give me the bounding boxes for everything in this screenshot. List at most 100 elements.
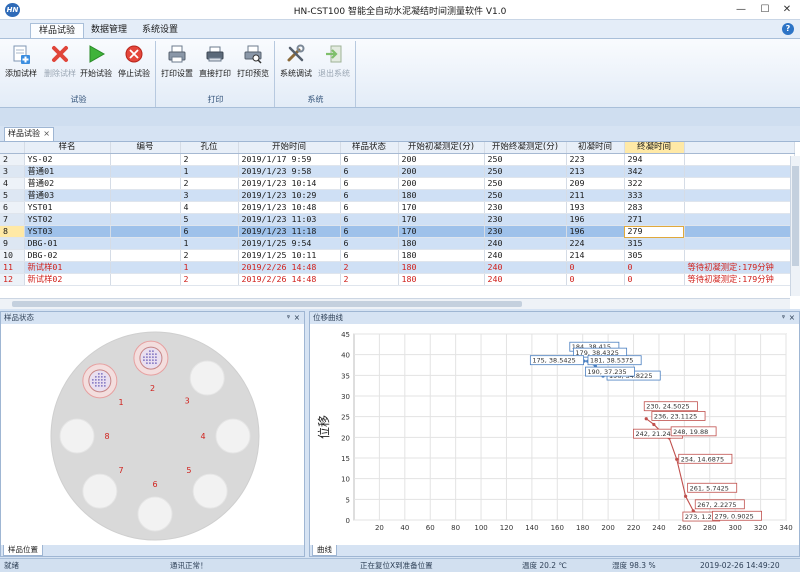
pin-icon[interactable]: ᵠ — [782, 312, 785, 323]
table-cell[interactable] — [110, 189, 181, 203]
column-header[interactable]: 开始终凝测定(分) — [484, 142, 567, 155]
tab-system-settings[interactable]: 系统设置 — [134, 23, 186, 39]
table-cell[interactable]: 200 — [398, 177, 485, 191]
table-cell[interactable]: 新试样01 — [24, 261, 111, 275]
table-row[interactable]: 4 普通02 2 2019/1/23 10:14 6 200 250 209 322 — [0, 177, 795, 191]
table-cell[interactable]: 230 — [484, 201, 567, 215]
table-cell[interactable] — [110, 153, 181, 167]
table-cell[interactable] — [684, 177, 795, 191]
sample-hole[interactable] — [137, 496, 173, 532]
system-debug-button[interactable]: 系统调试 — [280, 43, 312, 79]
table-cell[interactable]: 250 — [484, 153, 567, 167]
table-row[interactable]: 2 YS-02 2 2019/1/17 9:59 6 200 250 223 294 — [0, 153, 795, 167]
table-cell[interactable]: 6 — [340, 237, 399, 251]
table-cell[interactable]: 322 — [624, 177, 685, 191]
close-icon[interactable]: × — [789, 312, 795, 323]
table-cell[interactable]: 2019/1/23 9:58 — [238, 165, 341, 179]
table-cell[interactable]: 250 — [484, 189, 567, 203]
table-cell[interactable] — [110, 177, 181, 191]
table-cell[interactable]: 等待初凝测定:179分钟 — [684, 261, 795, 275]
table-cell[interactable]: 普通03 — [24, 189, 111, 203]
row-number[interactable]: 5 — [0, 189, 25, 203]
table-cell[interactable]: 6 — [340, 249, 399, 263]
table-cell[interactable]: 5 — [180, 213, 239, 227]
table-cell[interactable]: 180 — [398, 261, 485, 275]
row-number[interactable]: 12 — [0, 273, 25, 287]
sample-hole[interactable] — [215, 418, 251, 454]
table-row[interactable]: 9 DBG-01 1 2019/1/25 9:54 6 180 240 224 315 — [0, 237, 795, 251]
table-cell[interactable]: 2 — [180, 177, 239, 191]
table-cell[interactable]: 209 — [566, 177, 625, 191]
table-cell[interactable]: 180 — [398, 273, 485, 287]
table-cell[interactable]: 240 — [484, 249, 567, 263]
start-test-button[interactable]: 开始试验 — [80, 43, 112, 79]
row-number[interactable]: 2 — [0, 153, 25, 167]
vertical-scrollbar[interactable] — [790, 156, 800, 296]
table-cell[interactable] — [110, 165, 181, 179]
tab-sample-test[interactable]: 样品试验 — [30, 23, 85, 39]
column-header[interactable] — [0, 142, 25, 155]
table-cell[interactable]: 0 — [624, 273, 685, 287]
table-cell[interactable]: 271 — [624, 213, 685, 227]
table-cell[interactable]: 2 — [340, 273, 399, 287]
row-number[interactable]: 6 — [0, 201, 25, 215]
column-header[interactable]: 孔位 — [180, 142, 239, 155]
doc-tab-sample-test[interactable]: 样品试验 × — [4, 127, 54, 141]
table-cell[interactable]: 6 — [340, 177, 399, 191]
table-cell[interactable]: 250 — [484, 177, 567, 191]
table-cell[interactable] — [110, 261, 181, 275]
table-cell[interactable] — [110, 225, 181, 239]
table-cell[interactable] — [110, 237, 181, 251]
row-number[interactable]: 3 — [0, 165, 25, 179]
table-cell[interactable] — [110, 273, 181, 287]
table-row[interactable]: 11 新试样01 1 2019/2/26 14:48 2 180 240 0 0 等待初凝测定:1… — [0, 261, 795, 275]
table-cell[interactable]: 6 — [340, 213, 399, 227]
table-cell[interactable]: 新试样02 — [24, 273, 111, 287]
close-icon[interactable]: × — [294, 312, 300, 323]
doc-tab-close-icon[interactable]: × — [43, 128, 50, 140]
table-cell[interactable]: YST01 — [24, 201, 111, 215]
horizontal-scrollbar[interactable] — [0, 298, 790, 309]
table-cell[interactable]: 0 — [624, 261, 685, 275]
table-cell[interactable]: DBG-02 — [24, 249, 111, 263]
row-number[interactable]: 8 — [0, 225, 25, 239]
table-cell[interactable]: 2019/2/26 14:48 — [238, 261, 341, 275]
column-header[interactable]: 终凝时间 — [624, 142, 685, 155]
direct-print-button[interactable]: 直接打印 — [199, 43, 231, 79]
table-cell[interactable] — [684, 237, 795, 251]
tab-sample-position[interactable]: 样品位置 — [3, 545, 43, 556]
table-cell[interactable]: 2 — [340, 261, 399, 275]
pin-icon[interactable]: ᵠ — [287, 312, 290, 323]
table-cell[interactable]: 2019/1/23 10:48 — [238, 201, 341, 215]
sample-hole[interactable] — [59, 418, 95, 454]
table-cell[interactable]: YS-02 — [24, 153, 111, 167]
print-settings-button[interactable]: 打印设置 — [161, 43, 193, 79]
table-cell[interactable]: 294 — [624, 153, 685, 167]
table-cell[interactable]: 2019/1/17 9:59 — [238, 153, 341, 167]
table-cell[interactable]: 230 — [484, 225, 567, 239]
tab-data-management[interactable]: 数据管理 — [83, 23, 135, 39]
table-cell[interactable]: 240 — [484, 237, 567, 251]
row-number[interactable]: 11 — [0, 261, 25, 275]
table-cell[interactable]: 180 — [398, 237, 485, 251]
table-cell[interactable]: 315 — [624, 237, 685, 251]
table-cell[interactable]: 180 — [398, 249, 485, 263]
table-cell[interactable]: 230 — [484, 213, 567, 227]
table-cell[interactable]: 342 — [624, 165, 685, 179]
table-cell[interactable]: 240 — [484, 261, 567, 275]
table-row[interactable]: 6 YST01 4 2019/1/23 10:48 6 170 230 193 283 — [0, 201, 795, 215]
table-cell[interactable]: 2 — [180, 249, 239, 263]
table-cell[interactable] — [110, 213, 181, 227]
table-cell[interactable] — [110, 249, 181, 263]
table-cell[interactable]: 2 — [180, 273, 239, 287]
table-cell[interactable]: 170 — [398, 213, 485, 227]
table-cell[interactable]: 2019/1/23 10:29 — [238, 189, 341, 203]
add-sample-button[interactable]: 添加试样 — [5, 43, 37, 79]
print-preview-button[interactable]: 打印预览 — [237, 43, 269, 79]
table-cell[interactable]: 2019/1/23 11:03 — [238, 213, 341, 227]
table-cell[interactable]: 0 — [566, 261, 625, 275]
table-cell[interactable] — [684, 165, 795, 179]
column-header[interactable] — [684, 142, 795, 155]
table-cell[interactable]: 214 — [566, 249, 625, 263]
close-button[interactable]: ✕ — [778, 2, 796, 17]
